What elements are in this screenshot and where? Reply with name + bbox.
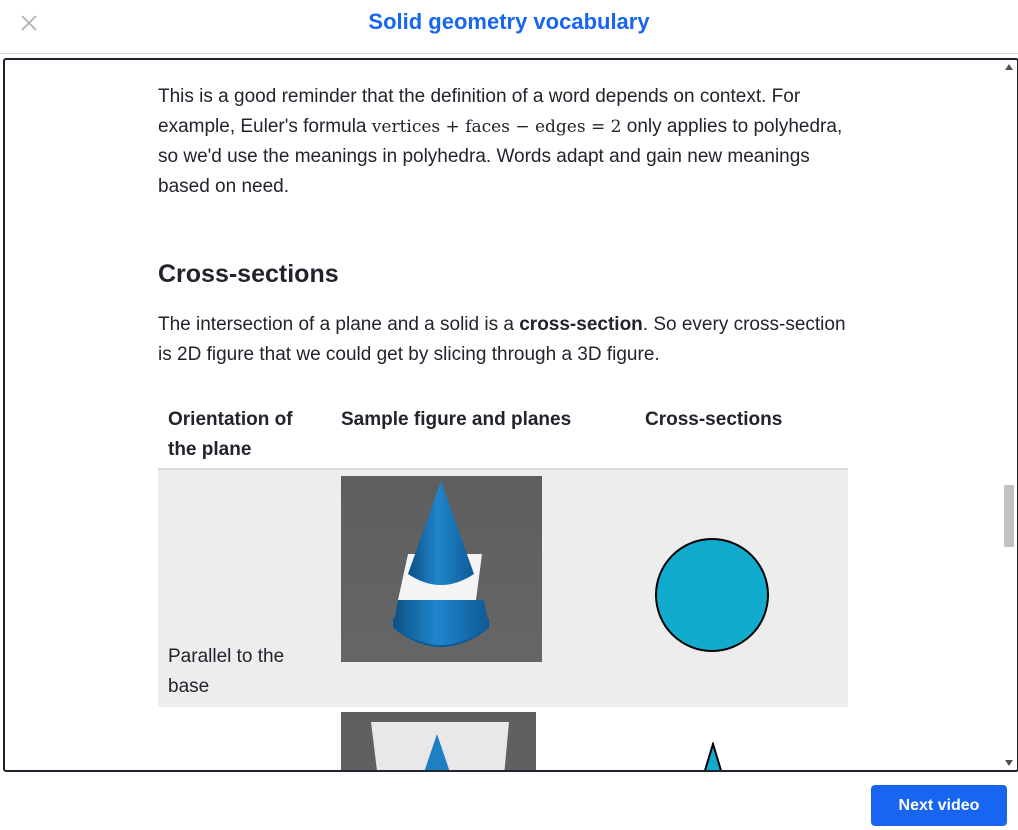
arrow-down-icon <box>1005 760 1013 766</box>
column-header: Orientation of the plane <box>168 409 293 460</box>
arrow-up-icon <box>1005 64 1013 70</box>
modal-header: Solid geometry vocabulary <box>0 0 1018 54</box>
table-row: Parallel to the base <box>158 470 848 707</box>
paragraph-context: This is a good reminder that the definit… <box>158 82 848 202</box>
triangle-cross-section <box>704 742 722 770</box>
paragraph-definition: The intersection of a plane and a solid … <box>158 310 848 370</box>
cone-plane-figure <box>341 476 542 662</box>
column-header: Sample figure and planes <box>341 409 572 430</box>
page-title: Solid geometry vocabulary <box>368 9 650 34</box>
section-heading: Cross-sections <box>158 260 339 288</box>
circle-cross-section <box>655 538 769 652</box>
cross-section-table: Orientation of the plane Sample figure a… <box>158 405 848 770</box>
column-header: Cross-sections <box>645 409 783 430</box>
scrollbar[interactable] <box>1002 60 1016 770</box>
scroll-thumb[interactable] <box>1004 485 1014 547</box>
cone-vertical-plane-figure <box>341 712 536 770</box>
table-header-row: Orientation of the plane Sample figure a… <box>158 405 848 470</box>
scroll-up-button[interactable] <box>1002 60 1016 74</box>
paragraph-text: The intersection of a plane and a solid … <box>158 314 520 335</box>
article-viewport[interactable]: This is a good reminder that the definit… <box>3 58 1018 772</box>
next-video-button[interactable]: Next video <box>871 785 1007 826</box>
term-bold: cross-section <box>519 314 643 335</box>
scroll-down-button[interactable] <box>1002 756 1016 770</box>
orientation-label: Parallel to the base <box>168 646 285 697</box>
euler-formula: vertices + faces − edges = 2 <box>371 117 622 137</box>
table-row <box>158 707 848 770</box>
